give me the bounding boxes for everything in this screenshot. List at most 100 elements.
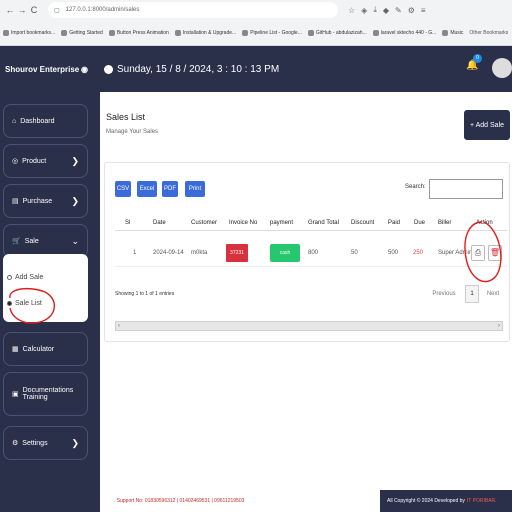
pen-icon[interactable]: ✎ xyxy=(395,6,402,15)
menu-icon[interactable]: ≡ xyxy=(421,6,426,15)
shield-icon[interactable]: ◈ xyxy=(361,6,367,15)
col-date[interactable]: Date xyxy=(153,215,166,230)
col-due[interactable]: Due xyxy=(414,215,425,230)
table-row: 1 2024-09-14 m0kta 37231 cash 800 50 500… xyxy=(115,239,507,267)
sidebar-item-documentation[interactable]: ▣ Documentations Training xyxy=(3,372,88,416)
sidebar-item-product[interactable]: ◎ Product ❯ xyxy=(3,144,88,178)
cart-icon: 🛒 xyxy=(12,238,21,245)
sidebar-item-calculator[interactable]: ▦ Calculator xyxy=(3,332,88,366)
bookmark-item[interactable]: laravel sktecho 440 - G... xyxy=(372,29,436,36)
col-invoice[interactable]: Invoice No xyxy=(229,215,257,230)
extension-icon[interactable]: ◆ xyxy=(383,6,389,15)
doc-icon: ▣ xyxy=(12,391,19,398)
settings-icon[interactable]: ⚙ xyxy=(408,6,415,15)
sidebar-item-label: Dashboard xyxy=(20,117,55,125)
back-icon[interactable]: ← xyxy=(4,5,16,15)
cell-grand-total: 800 xyxy=(308,249,319,256)
home-icon: ⌂ xyxy=(12,117,17,125)
search-input[interactable] xyxy=(429,179,503,199)
bookmark-item[interactable]: Getting Started xyxy=(61,29,103,36)
scroll-left-icon[interactable]: ‹ xyxy=(118,323,120,329)
add-sale-button[interactable]: + Add Sale xyxy=(464,110,510,140)
sidebar-item-settings[interactable]: ⚙ Settings ❯ xyxy=(3,426,88,460)
col-grand-total[interactable]: Grand Total xyxy=(308,215,339,230)
bookmark-item[interactable]: Pipeline List - Google... xyxy=(242,29,302,36)
submenu-label: Sale List xyxy=(15,299,42,307)
sidebar-item-label: Sale xyxy=(24,237,39,245)
target-icon[interactable]: ◉ xyxy=(81,65,88,74)
delete-icon[interactable]: 🗑 xyxy=(488,244,502,261)
bullet-icon xyxy=(7,274,12,280)
sidebar-item-purchase[interactable]: ▤ Purchase ❯ xyxy=(3,184,88,218)
excel-button[interactable]: Excel xyxy=(137,181,157,197)
print-button[interactable]: Print xyxy=(185,181,205,197)
sale-submenu: Add Sale Sale List xyxy=(3,254,88,322)
csv-button[interactable]: CSV xyxy=(115,181,131,197)
chevron-right-icon: ❯ xyxy=(71,437,79,448)
submenu-add-sale[interactable]: Add Sale xyxy=(7,264,84,290)
sidebar-item-dashboard[interactable]: ⌂ Dashboard xyxy=(3,104,88,138)
datetime-text: Sunday, 15 / 8 / 2024, 3 : 10 : 13 PM xyxy=(117,63,280,75)
horizontal-scrollbar[interactable]: ‹ › xyxy=(115,321,503,331)
download-icon[interactable]: ⤓ xyxy=(373,5,377,15)
cell-sl: 1 xyxy=(133,249,137,256)
forward-icon[interactable]: → xyxy=(16,5,28,15)
footer: . Support No: 01830596312 | 01402469531 … xyxy=(100,490,512,512)
bullet-icon xyxy=(7,300,12,306)
sidebar-item-label: Purchase xyxy=(22,197,53,205)
cell-paid: 500 xyxy=(388,249,399,256)
main-content: Sales List Manage Your Sales + Add Sale … xyxy=(100,92,512,490)
previous-button[interactable]: Previous xyxy=(429,285,459,303)
copyright-text: All Copyright © 2024 Developed by xyxy=(387,498,465,504)
search-label: Search: xyxy=(405,184,426,190)
page-title: Sales List xyxy=(106,112,146,122)
submenu-sale-list[interactable]: Sale List xyxy=(7,290,84,316)
page-1-button[interactable]: 1 xyxy=(465,285,479,303)
col-payment[interactable]: payment xyxy=(270,215,293,230)
sidebar-item-sale[interactable]: 🛒 Sale ⌄ xyxy=(3,224,88,258)
star-icon[interactable]: ☆ xyxy=(348,6,355,15)
print-row-icon[interactable]: ⎙ xyxy=(471,244,485,261)
chevron-right-icon: ❯ xyxy=(71,195,79,206)
page-subtitle: Manage Your Sales xyxy=(106,129,159,135)
notification-bell[interactable]: 🔔 0 xyxy=(466,54,482,71)
notification-badge: 0 xyxy=(473,54,482,63)
col-customer[interactable]: Customer xyxy=(191,215,217,230)
scroll-right-icon[interactable]: › xyxy=(498,323,500,329)
gear-icon: ⚙ xyxy=(12,440,19,447)
bookmark-item[interactable]: Music xyxy=(442,29,463,36)
sales-card: CSV Excel PDF Print Search: Sl Date Cust… xyxy=(104,162,510,342)
cell-customer: m0kta xyxy=(191,249,208,256)
payment-badge: cash xyxy=(270,243,300,262)
chevron-down-icon: ⌄ xyxy=(71,235,79,246)
col-paid[interactable]: Paid xyxy=(388,215,400,230)
next-button[interactable]: Next xyxy=(483,285,503,303)
reload-icon[interactable]: C xyxy=(28,5,40,15)
clock-icon xyxy=(104,64,113,74)
sidebar-item-label: Product xyxy=(22,157,47,165)
brand: Shourov Enterprise ◉ xyxy=(0,65,100,74)
pdf-button[interactable]: PDF xyxy=(162,181,178,197)
bookmarks-bar: Import bookmarks... Getting Started Butt… xyxy=(0,20,512,46)
address-bar[interactable]: ▢ 127.0.0.1:8000/admin/sales xyxy=(48,2,338,18)
col-sl[interactable]: Sl xyxy=(125,215,130,230)
cell-date: 2024-09-14 xyxy=(153,249,184,256)
bookmark-item[interactable]: Button Press Animation xyxy=(108,29,169,36)
bookmark-item[interactable]: Import bookmarks... xyxy=(3,29,55,36)
invoice-badge[interactable]: 37231 xyxy=(226,243,248,262)
brand-name: Shourov Enterprise xyxy=(5,64,80,74)
bookmark-item[interactable]: GitHub - abdulazizah... xyxy=(307,29,367,36)
other-bookmarks[interactable]: Other Bookmarks xyxy=(469,30,508,36)
copyright-bar: All Copyright © 2024 Developed by IT POR… xyxy=(380,490,512,512)
avatar[interactable] xyxy=(492,58,512,78)
url-text: 127.0.0.1:8000/admin/sales xyxy=(65,7,140,13)
table-header: Sl Date Customer Invoice No payment Gran… xyxy=(115,215,507,231)
col-biller[interactable]: Biller xyxy=(438,215,451,230)
sidebar-item-label: Settings xyxy=(22,439,48,447)
sidebar-item-label: Documentations Training xyxy=(22,387,74,401)
col-action: Action xyxy=(476,219,493,226)
col-discount[interactable]: Discount xyxy=(351,215,374,230)
company-link[interactable]: IT PORIBAR. xyxy=(467,498,497,504)
page-icon: ▢ xyxy=(54,7,60,14)
bookmark-item[interactable]: Installation & Upgrade... xyxy=(174,29,236,36)
